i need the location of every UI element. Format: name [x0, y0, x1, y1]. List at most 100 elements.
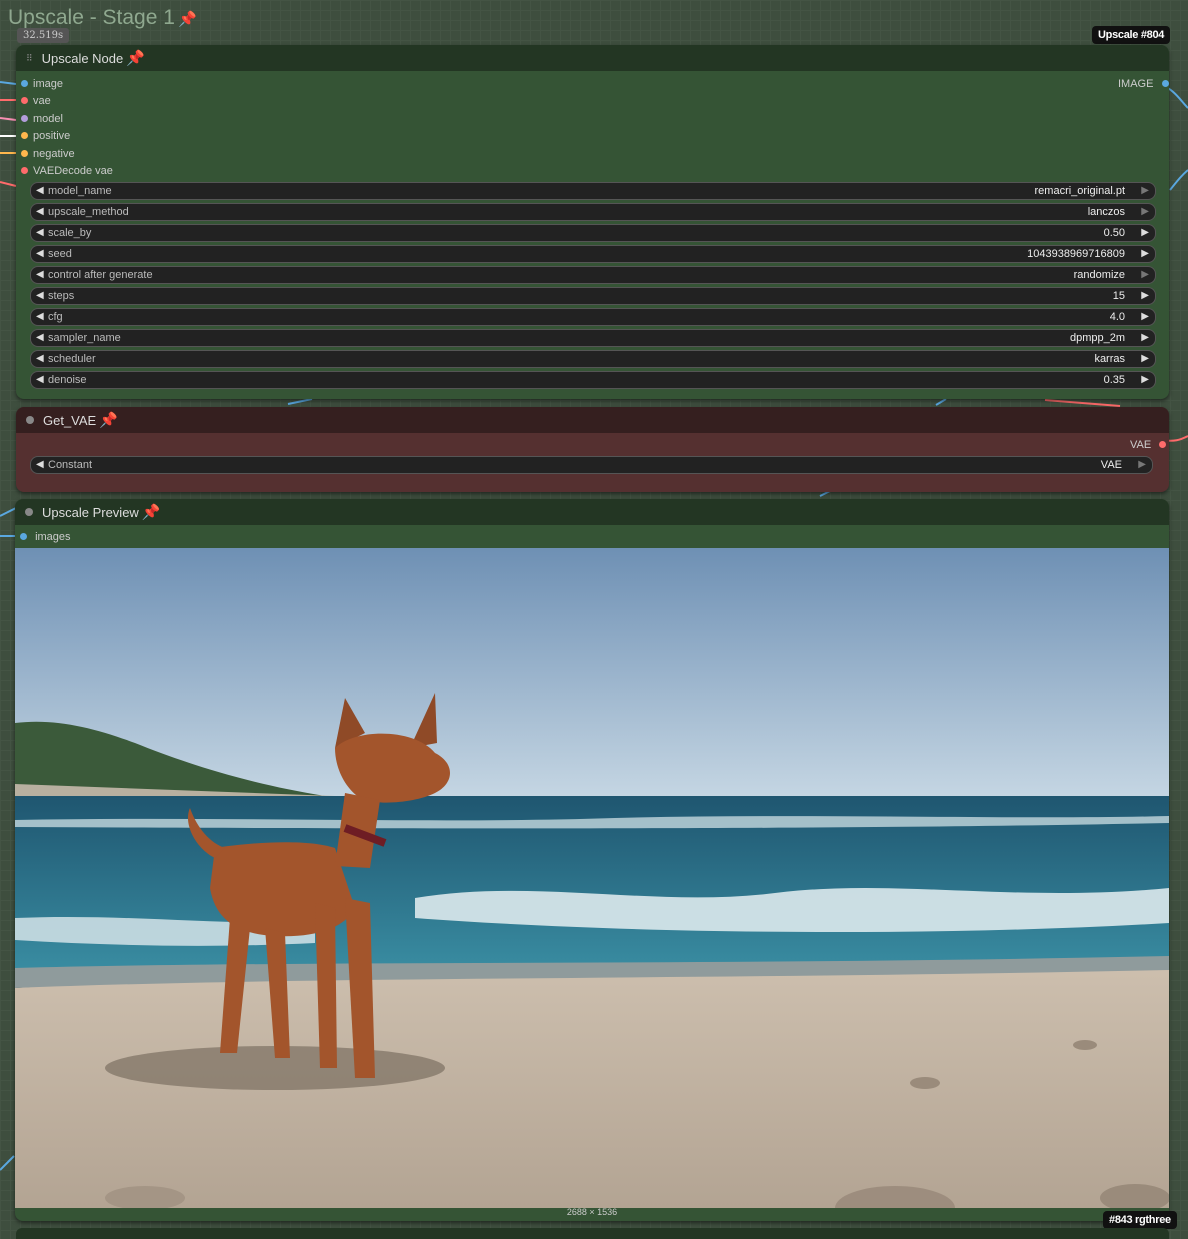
- get-vae-node[interactable]: Get_VAE 📌: [16, 407, 1169, 492]
- input-slot-vaedecode-vae[interactable]: VAEDecode vae: [21, 163, 113, 179]
- decrement-arrow-icon[interactable]: ◀: [36, 351, 44, 367]
- pin-icon: 📌: [99, 412, 118, 429]
- drag-handle-icon[interactable]: ⠿: [26, 53, 33, 64]
- group-title[interactable]: Upscale - Stage 1 📌: [8, 6, 197, 30]
- upscale-node-header[interactable]: ⠿ Upscale Node 📌: [16, 45, 1169, 71]
- widget-steps[interactable]: ◀ steps 15 ▶: [30, 287, 1156, 305]
- collapse-dot-icon[interactable]: [26, 416, 34, 424]
- increment-arrow-icon[interactable]: ▶: [1141, 330, 1149, 346]
- input-label: vae: [33, 95, 51, 107]
- widget-value: randomize: [1073, 269, 1125, 281]
- widget-label: Constant: [48, 459, 93, 471]
- output-label: VAE: [1130, 439, 1152, 451]
- decrement-arrow-icon[interactable]: ◀: [36, 204, 44, 220]
- widget-scale_by[interactable]: ◀ scale_by 0.50 ▶: [30, 224, 1156, 242]
- widget-value: VAE: [1100, 459, 1122, 471]
- preview-image[interactable]: [15, 548, 1169, 1208]
- input-dot[interactable]: [21, 79, 28, 87]
- widget-value: 0.35: [1103, 374, 1125, 386]
- input-dot[interactable]: [21, 149, 28, 157]
- image-dimensions: 2688 × 1536: [566, 1207, 618, 1217]
- widget-value: remacri_original.pt: [1034, 185, 1125, 197]
- input-slot-vae[interactable]: vae: [21, 93, 51, 109]
- widget-seed[interactable]: ◀ seed 1043938969716809 ▶: [30, 245, 1156, 263]
- widget-value: 15: [1112, 290, 1125, 302]
- decrement-arrow-icon[interactable]: ◀: [36, 457, 44, 473]
- output-slot-vae[interactable]: VAE: [1130, 437, 1167, 453]
- input-dot[interactable]: [21, 131, 28, 139]
- node-id-badge: Upscale #804: [1092, 26, 1171, 44]
- widget-sampler_name[interactable]: ◀ sampler_name dpmpp_2m ▶: [30, 329, 1156, 347]
- widget-label: denoise: [48, 374, 87, 386]
- input-slot-positive[interactable]: positive: [21, 128, 70, 144]
- decrement-arrow-icon[interactable]: ◀: [36, 372, 44, 388]
- increment-arrow-icon[interactable]: ▶: [1141, 267, 1149, 283]
- widget-label: model_name: [48, 185, 112, 197]
- input-label: positive: [33, 130, 71, 142]
- decrement-arrow-icon[interactable]: ◀: [36, 309, 44, 325]
- widget-value: 1043938969716809: [1027, 248, 1125, 260]
- output-dot[interactable]: [1159, 440, 1167, 448]
- pin-icon: 📌: [126, 50, 145, 67]
- collapse-dot-icon[interactable]: [25, 508, 33, 516]
- widget-label: upscale_method: [48, 206, 129, 218]
- increment-arrow-icon[interactable]: ▶: [1141, 225, 1149, 241]
- sky: [15, 548, 1169, 798]
- increment-arrow-icon[interactable]: ▶: [1141, 204, 1149, 220]
- input-slot-negative[interactable]: negative: [21, 146, 75, 162]
- widget-value: 4.0: [1109, 311, 1125, 323]
- input-dot[interactable]: [21, 114, 28, 122]
- decrement-arrow-icon[interactable]: ◀: [36, 267, 44, 283]
- widget-label: sampler_name: [48, 332, 121, 344]
- input-dot[interactable]: [21, 96, 28, 104]
- widget-scheduler[interactable]: ◀ scheduler karras ▶: [30, 350, 1156, 368]
- get-vae-header[interactable]: Get_VAE 📌: [16, 407, 1169, 433]
- input-dot[interactable]: [21, 166, 28, 174]
- input-label: VAEDecode vae: [33, 165, 113, 177]
- widget-label: control after generate: [48, 269, 153, 281]
- decrement-arrow-icon[interactable]: ◀: [36, 183, 44, 199]
- badge-id: #804: [1140, 29, 1165, 41]
- increment-arrow-icon[interactable]: ▶: [1138, 457, 1146, 473]
- input-slot-model[interactable]: model: [21, 111, 63, 127]
- increment-arrow-icon[interactable]: ▶: [1141, 288, 1149, 304]
- badge-text: #843 rgthree: [1109, 1214, 1171, 1226]
- widget-upscale_method[interactable]: ◀ upscale_method lanczos ▶: [30, 203, 1156, 221]
- constant-widget[interactable]: ◀ Constant VAE ▶: [30, 456, 1153, 474]
- get-vae-title: Get_VAE: [43, 412, 97, 428]
- input-label: image: [33, 78, 63, 90]
- preview-title: Upscale Preview: [42, 504, 139, 520]
- widget-model_name[interactable]: ◀ model_name remacri_original.pt ▶: [30, 182, 1156, 200]
- decrement-arrow-icon[interactable]: ◀: [36, 330, 44, 346]
- decrement-arrow-icon[interactable]: ◀: [36, 225, 44, 241]
- widget-value: 0.50: [1103, 227, 1125, 239]
- group-title-text: Upscale - Stage 1: [8, 6, 175, 29]
- execution-timer: 32.519s: [17, 28, 70, 43]
- input-label: negative: [33, 148, 75, 160]
- rock-5: [1073, 1040, 1097, 1050]
- output-slot-image[interactable]: IMAGE: [1118, 76, 1169, 92]
- widget-control-after-generate[interactable]: ◀ control after generate randomize ▶: [30, 266, 1156, 284]
- input-slot-image[interactable]: image: [21, 76, 63, 92]
- badge-name: Upscale: [1098, 29, 1139, 41]
- widget-label: scale_by: [48, 227, 92, 239]
- pin-icon: 📌: [141, 504, 161, 521]
- increment-arrow-icon[interactable]: ▶: [1141, 309, 1149, 325]
- widget-denoise[interactable]: ◀ denoise 0.35 ▶: [30, 371, 1156, 389]
- decrement-arrow-icon[interactable]: ◀: [36, 246, 44, 262]
- upscale-node-title: Upscale Node: [41, 50, 124, 66]
- output-dot[interactable]: [1161, 79, 1169, 87]
- widget-label: seed: [48, 248, 72, 260]
- decrement-arrow-icon[interactable]: ◀: [36, 288, 44, 304]
- widget-cfg[interactable]: ◀ cfg 4.0 ▶: [30, 308, 1156, 326]
- increment-arrow-icon[interactable]: ▶: [1141, 183, 1149, 199]
- next-node-header[interactable]: [16, 1228, 1169, 1239]
- input-slot-images[interactable]: images: [20, 529, 71, 545]
- rock-4: [910, 1077, 940, 1089]
- input-label: images: [35, 531, 71, 543]
- increment-arrow-icon[interactable]: ▶: [1141, 351, 1149, 367]
- increment-arrow-icon[interactable]: ▶: [1141, 246, 1149, 262]
- input-dot[interactable]: [20, 532, 27, 540]
- increment-arrow-icon[interactable]: ▶: [1141, 372, 1149, 388]
- preview-header[interactable]: Upscale Preview 📌: [15, 499, 1169, 525]
